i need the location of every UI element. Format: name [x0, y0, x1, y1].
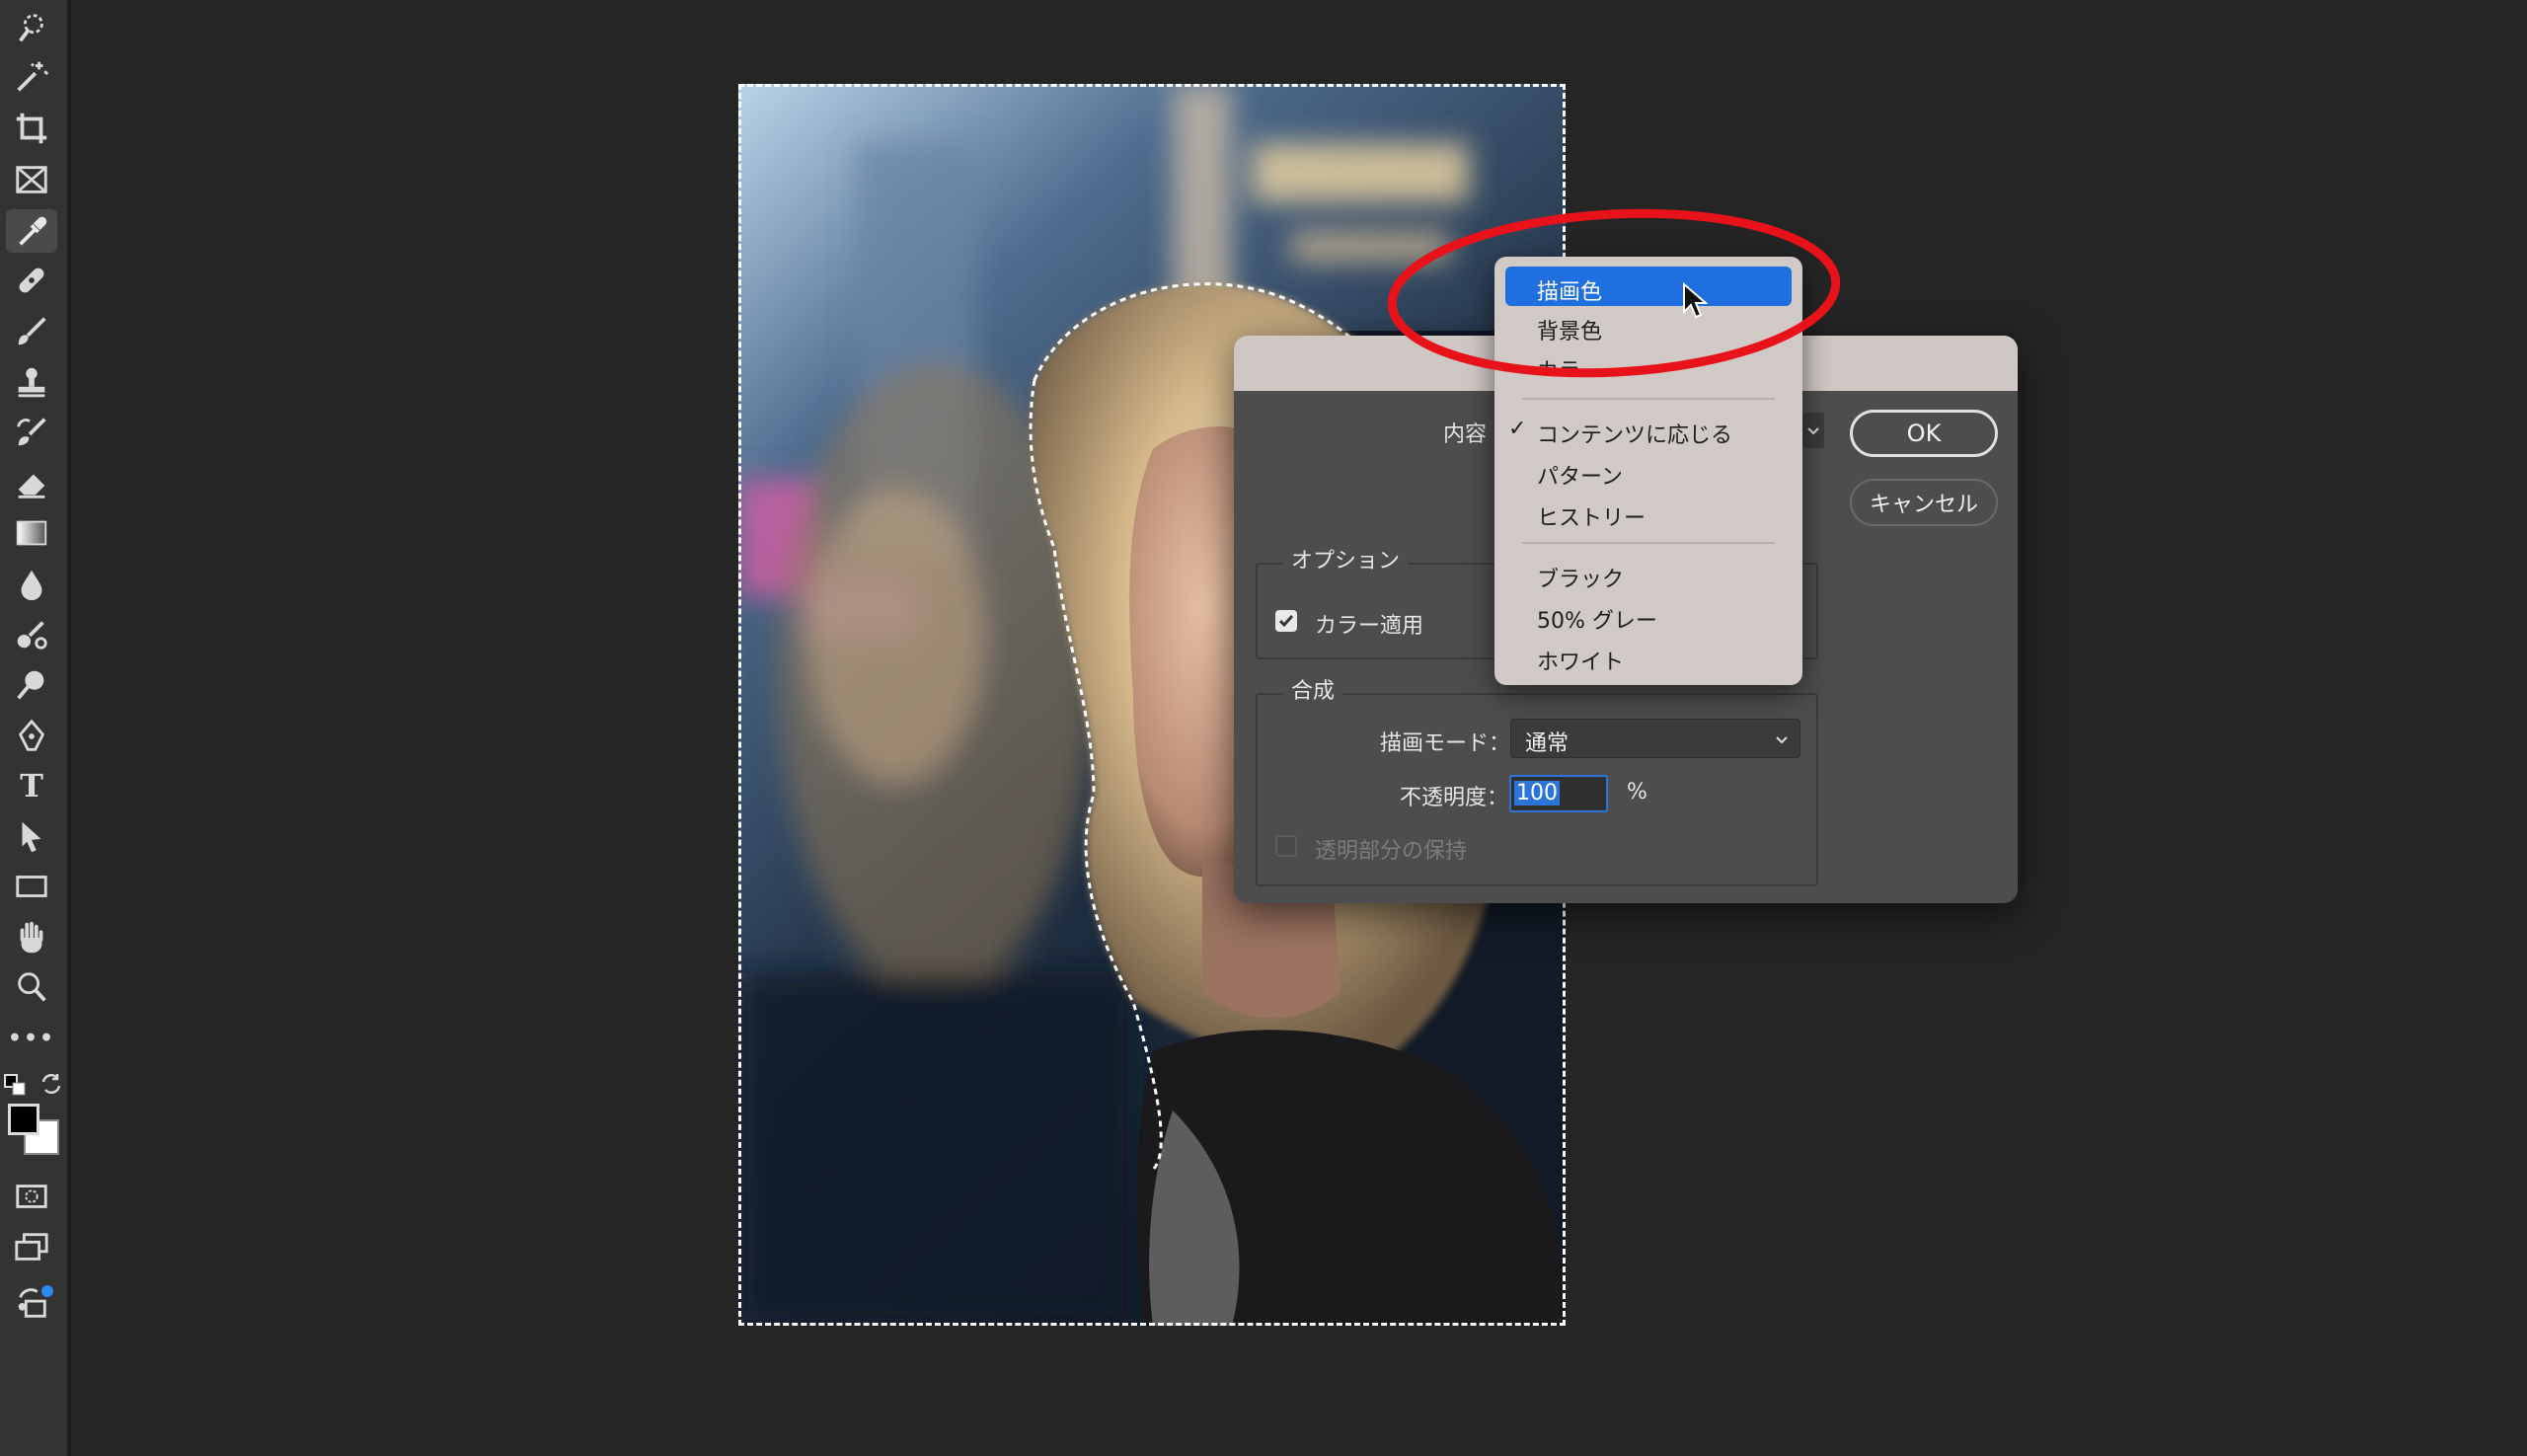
- ellipsis-icon: •••: [7, 1026, 56, 1051]
- checkmark-icon: [1278, 615, 1294, 628]
- magic-wand-icon: [17, 61, 49, 92]
- options-group-label: オプション: [1283, 543, 1409, 575]
- foreground-color-swatch[interactable]: [8, 1104, 39, 1135]
- quick-mask-icon: [16, 1185, 47, 1208]
- hand-tool[interactable]: [6, 916, 57, 959]
- frame-tool[interactable]: [6, 158, 57, 201]
- spot-healing-brush-tool[interactable]: [6, 259, 57, 302]
- menu-separator: [1522, 398, 1775, 400]
- opacity-label: 不透明度：: [1400, 786, 1509, 810]
- eraser-icon: [18, 474, 45, 498]
- type-icon: T: [20, 767, 43, 805]
- magic-wand-tool[interactable]: [6, 55, 57, 99]
- blur-tool[interactable]: [6, 563, 57, 606]
- menu-item-history[interactable]: ヒストリー: [1494, 493, 1802, 532]
- gradient-tool[interactable]: [6, 511, 57, 555]
- quick-selection-tool[interactable]: [6, 6, 57, 49]
- tools-panel: T •••: [0, 0, 71, 1456]
- menu-item-foreground-color[interactable]: 描画色: [1505, 267, 1792, 306]
- crop-tool[interactable]: [6, 107, 57, 150]
- mouse-cursor-icon: [1683, 282, 1708, 319]
- chevron-down-icon: [1776, 736, 1788, 744]
- menu-item-white[interactable]: ホワイト: [1494, 637, 1802, 676]
- blend-mode-value: 通常: [1525, 731, 1570, 756]
- menu-item-color[interactable]: カラー: [1494, 345, 1802, 375]
- stamp-icon: [18, 367, 45, 398]
- menu-item-background-color[interactable]: 背景色: [1494, 306, 1802, 345]
- pen-tool[interactable]: [6, 715, 57, 758]
- eraser-tool[interactable]: [6, 462, 57, 505]
- contents-label: 内容: [1443, 422, 1488, 447]
- blending-group-label: 合成: [1283, 673, 1343, 705]
- history-brush-tool[interactable]: [6, 411, 57, 454]
- more-tools[interactable]: •••: [6, 1017, 57, 1060]
- rectangle-tool[interactable]: [6, 865, 57, 908]
- gradient-icon: [16, 520, 47, 546]
- checkmark-icon: ✓: [1508, 417, 1527, 441]
- color-adapt-checkbox[interactable]: [1275, 610, 1297, 632]
- path-selection-tool[interactable]: [6, 815, 57, 859]
- contents-dropdown-menu: 描画色 背景色 カラー ✓ コンテンツに応じる パターン ヒストリー ブラック …: [1494, 257, 1802, 685]
- frame-icon: [16, 166, 47, 193]
- opacity-unit: %: [1627, 780, 1647, 805]
- eyedropper-icon: [19, 216, 47, 246]
- cancel-button[interactable]: キャンセル: [1850, 479, 1998, 526]
- menu-item-content-aware[interactable]: ✓ コンテンツに応じる: [1494, 410, 1802, 449]
- menu-item-black[interactable]: ブラック: [1494, 554, 1802, 593]
- notification-dot: [41, 1285, 53, 1297]
- opacity-value: 100: [1514, 781, 1560, 805]
- opacity-input[interactable]: 100: [1509, 775, 1608, 812]
- color-adapt-label: カラー適用: [1315, 614, 1424, 639]
- menu-separator: [1522, 542, 1775, 544]
- quick-selection-icon: [19, 14, 43, 42]
- clone-stamp-tool[interactable]: [6, 361, 57, 405]
- zoom-icon: [18, 972, 46, 1002]
- preserve-transparency-label: 透明部分の保持: [1315, 839, 1468, 864]
- history-brush-icon: [17, 418, 46, 446]
- ok-button[interactable]: OK: [1850, 410, 1998, 457]
- rectangle-icon: [16, 876, 47, 897]
- type-tool[interactable]: T: [6, 764, 57, 807]
- water-drop-icon: [21, 570, 42, 601]
- hand-icon: [20, 921, 43, 954]
- zoom-tool[interactable]: [6, 965, 57, 1009]
- blend-mode-select[interactable]: 通常: [1510, 719, 1800, 758]
- dodge-brush-tool[interactable]: [6, 612, 57, 655]
- preserve-transparency-checkbox[interactable]: [1275, 835, 1297, 857]
- magnifier-dodge-icon: [17, 670, 44, 700]
- paint-brush-icon: [17, 621, 47, 650]
- menu-item-pattern[interactable]: パターン: [1494, 451, 1802, 491]
- brush-tool[interactable]: [6, 310, 57, 353]
- menu-item-50-gray[interactable]: 50% グレー: [1494, 595, 1802, 635]
- arrow-pointer-icon: [22, 821, 41, 853]
- quick-mask-button[interactable]: [6, 1175, 57, 1218]
- bandage-icon: [19, 268, 44, 293]
- eyedropper-tool[interactable]: [6, 209, 57, 253]
- dodge-tool[interactable]: [6, 663, 57, 707]
- contents-dropdown-tail[interactable]: [1802, 413, 1824, 448]
- pen-icon: [18, 719, 45, 751]
- swap-colors-icon[interactable]: [39, 1072, 63, 1096]
- screen-mode-icon: [15, 1233, 48, 1261]
- screen-mode-button[interactable]: [6, 1226, 57, 1269]
- brush-icon: [18, 317, 46, 345]
- mode-label: 描画モード：: [1380, 731, 1511, 756]
- crop-icon: [16, 113, 47, 144]
- default-colors-icon[interactable]: [4, 1074, 26, 1096]
